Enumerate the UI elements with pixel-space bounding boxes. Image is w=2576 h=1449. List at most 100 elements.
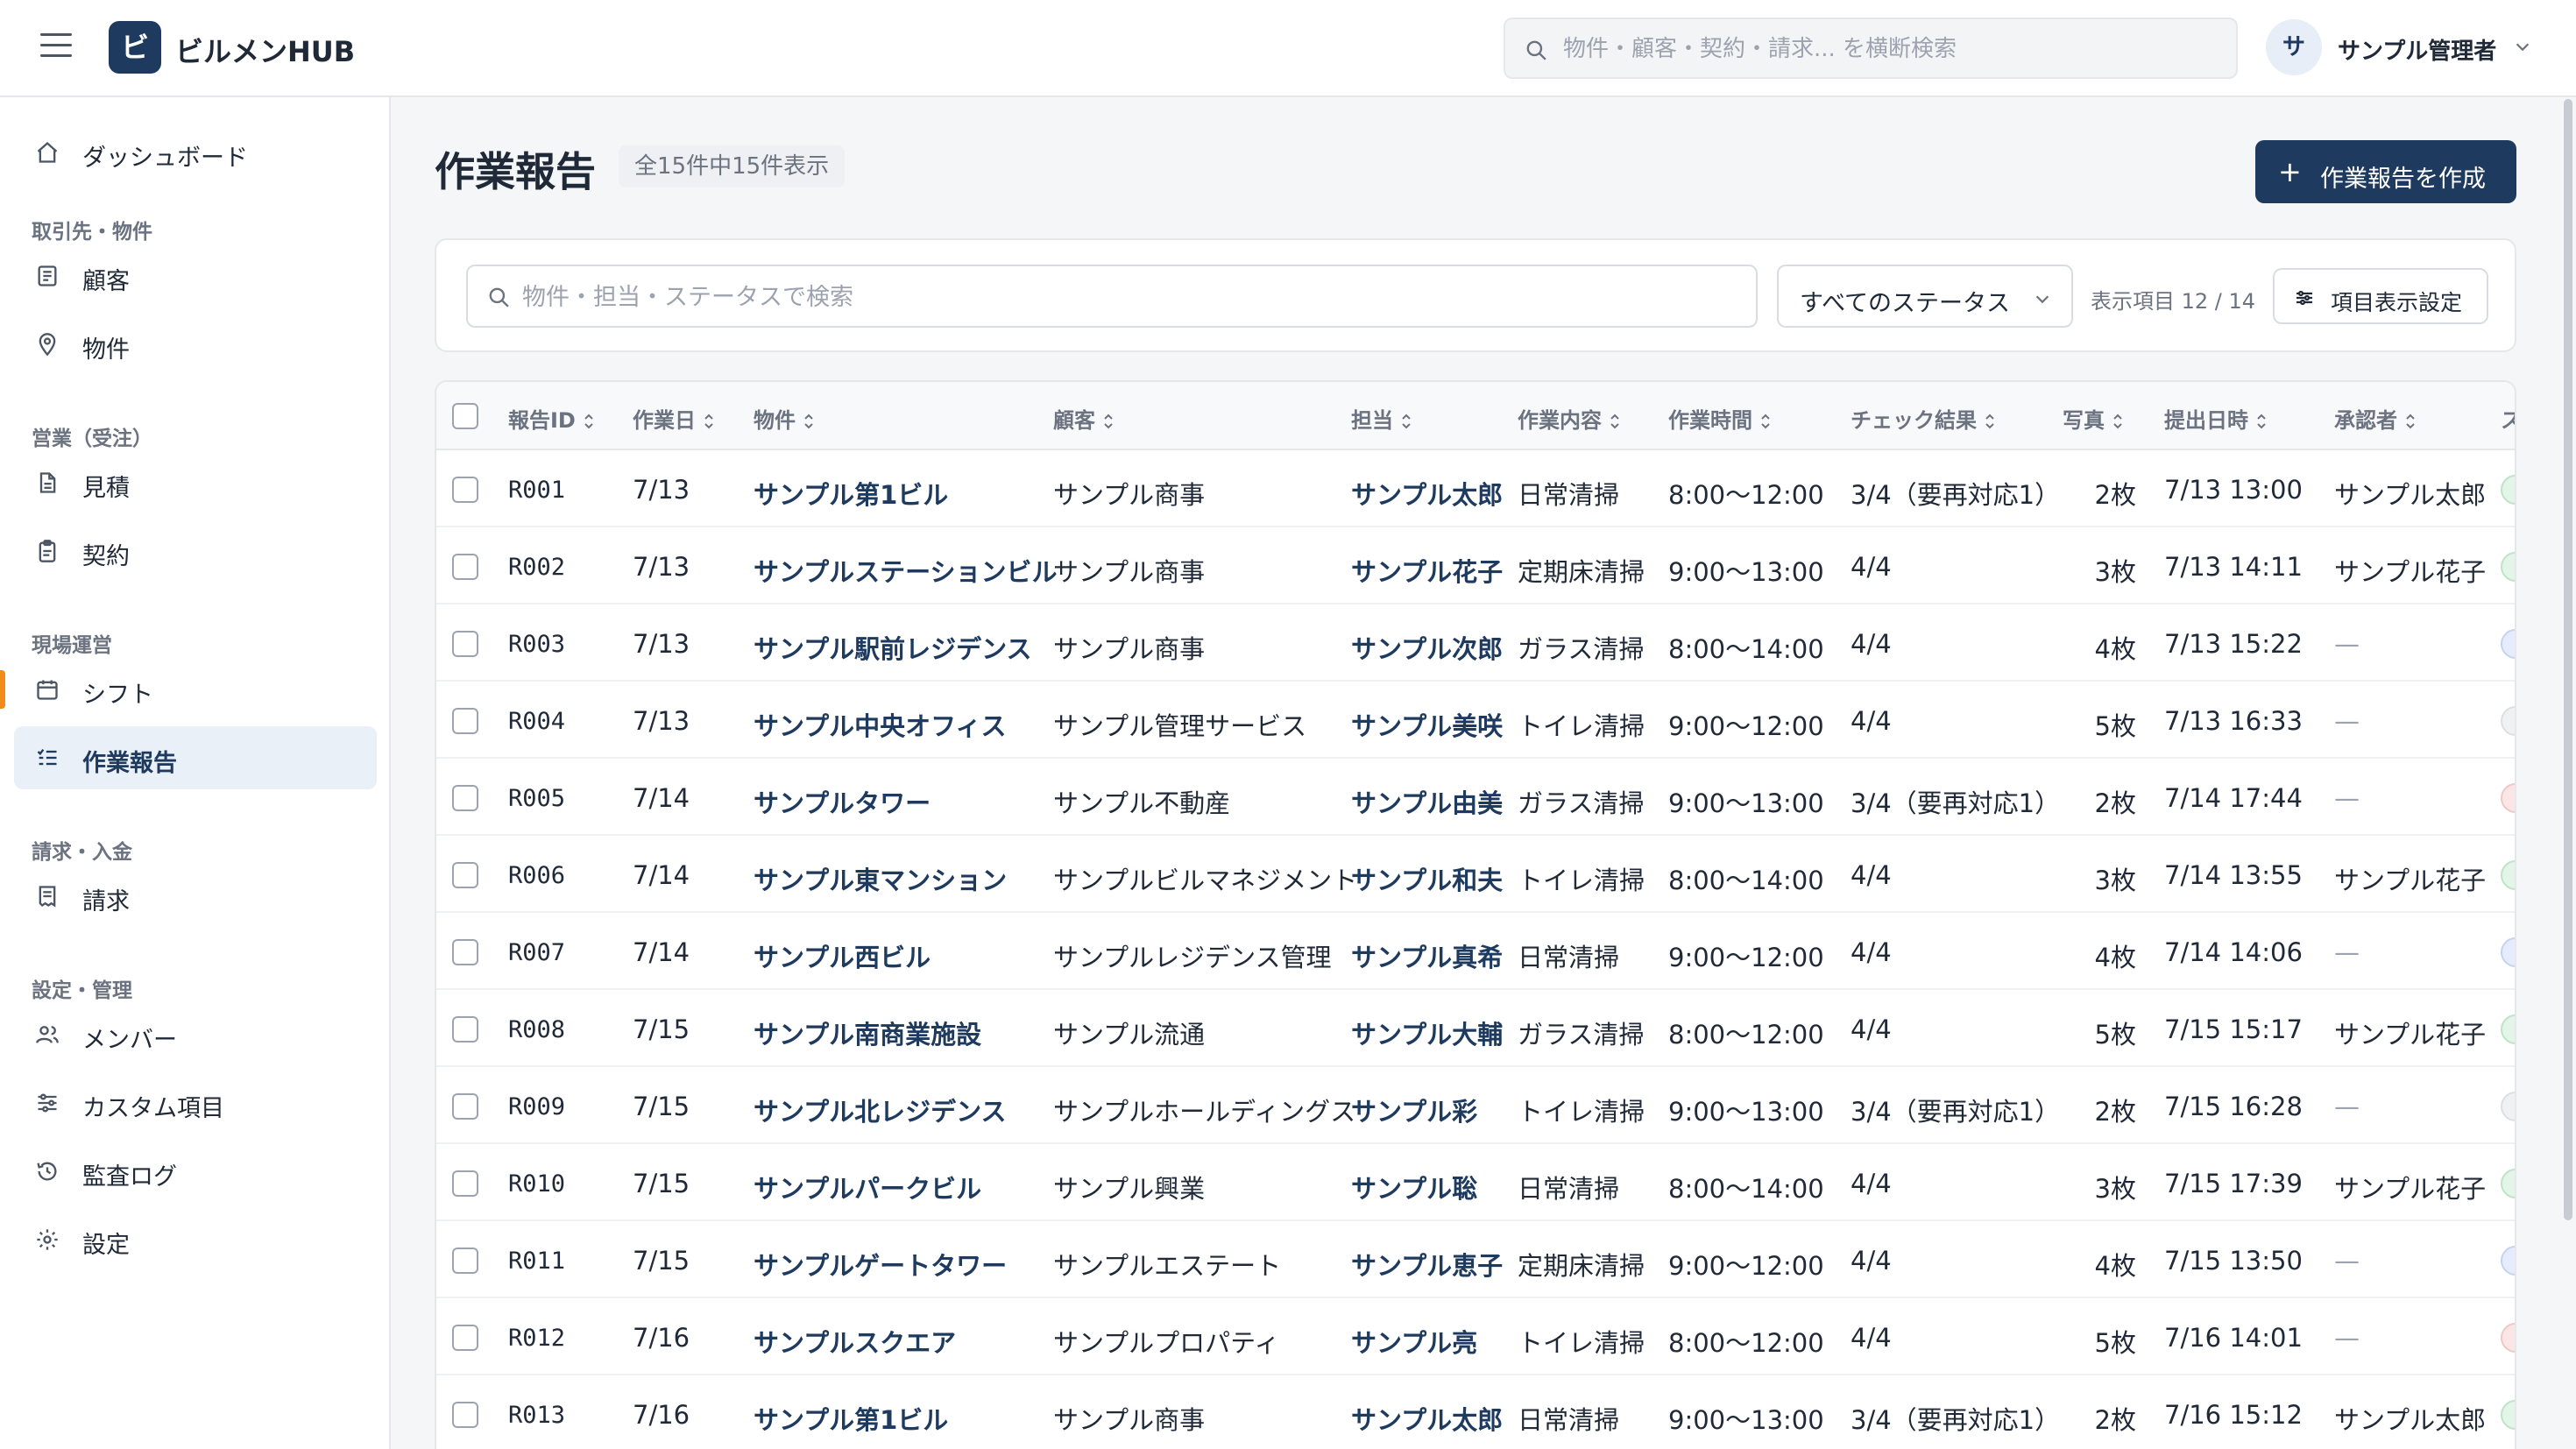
cell-staff-link[interactable]: サンプル由美 [1351,783,1503,820]
column-header-approver[interactable]: 承認者 [2334,403,2417,434]
cell-staff-link[interactable]: サンプル美咲 [1351,706,1503,743]
cell-staff-link[interactable]: サンプル彩 [1351,1092,1477,1128]
select-all-checkbox[interactable] [452,403,478,429]
table-row[interactable]: R010 7/15 サンプルパークビル サンプル興業 サンプル聡 日常清掃 8:00〜14:… [436,1144,2515,1221]
row-checkbox[interactable] [452,1402,478,1428]
column-settings-button[interactable]: 項目表示設定 [2273,268,2488,324]
cell-staff-link[interactable]: サンプル大輔 [1351,1014,1503,1051]
column-header-status[interactable]: ス [2501,403,2515,434]
cell-staff-link[interactable]: サンプル太郎 [1351,1400,1503,1437]
sort-icon [804,413,813,429]
row-checkbox[interactable] [452,477,478,503]
column-header-property[interactable]: 物件 [754,403,815,434]
sidebar-section-sales: 営業（受注） [32,428,152,450]
cell-staff-link[interactable]: サンプル真希 [1351,937,1503,974]
cell-property-link[interactable]: サンプル南商業施設 [754,1014,981,1051]
app-name[interactable]: ビルメンHUB [175,30,355,70]
table-row[interactable]: R007 7/14 サンプル西ビル サンプルレジデンス管理 サンプル真希 日常清掃 9:00… [436,913,2515,990]
avatar[interactable]: サ [2266,19,2322,75]
sidebar-item-contracts[interactable]: 契約 [14,520,377,583]
cell-property-link[interactable]: サンプル第1ビル [754,1400,948,1437]
column-header-time[interactable]: 作業時間 [1668,403,1772,434]
cell-staff-link[interactable]: サンプル次郎 [1351,629,1503,666]
user-name[interactable]: サンプル管理者 [2338,33,2496,66]
cell-staff-link[interactable]: サンプル太郎 [1351,475,1503,512]
sidebar-item-invoices[interactable]: 請求 [14,865,377,928]
cell-property-link[interactable]: サンプルパークビル [754,1169,981,1205]
cell-property-link[interactable]: サンプルタワー [754,783,931,820]
global-search-input[interactable] [1563,28,2212,70]
report-search[interactable] [466,265,1758,328]
menu-icon[interactable] [40,33,72,60]
cell-property-link[interactable]: サンプル西ビル [754,937,931,974]
cell-approver: — [2334,1246,2360,1276]
table-row[interactable]: R004 7/13 サンプル中央オフィス サンプル管理サービス サンプル美咲 トイレ清掃 9… [436,682,2515,759]
row-checkbox[interactable] [452,631,478,657]
global-search[interactable] [1504,18,2238,79]
row-checkbox[interactable] [452,1325,478,1351]
sidebar-item-shifts[interactable]: シフト [14,658,377,721]
column-header-customer[interactable]: 顧客 [1053,403,1115,434]
table-row[interactable]: R012 7/16 サンプルスクエア サンプルプロパティ サンプル亮 トイレ清掃 8:00〜… [436,1298,2515,1375]
cell-staff-link[interactable]: サンプル和夫 [1351,860,1503,897]
column-header-photos[interactable]: 写真 [2063,403,2124,434]
sidebar-item-estimates[interactable]: 見積 [14,451,377,514]
row-checkbox[interactable] [452,554,478,580]
table-row[interactable]: R006 7/14 サンプル東マンション サンプルビルマネジメント サンプル和夫 トイレ清… [436,836,2515,913]
cell-property-link[interactable]: サンプル中央オフィス [754,706,1007,743]
status-filter-select[interactable]: すべてのステータス [1777,265,2073,328]
cell-check-result: 4/4 [1851,1323,1892,1353]
app-logo[interactable]: ビ [109,21,161,74]
table-row[interactable]: R011 7/15 サンプルゲートタワー サンプルエステート サンプル恵子 定期床清掃 9:… [436,1221,2515,1298]
cell-property-link[interactable]: サンプルステーションビル [754,552,1058,589]
create-report-button[interactable]: + 作業報告を作成 [2255,140,2516,203]
cell-property-link[interactable]: サンプル東マンション [754,860,1007,897]
table-row[interactable]: R013 7/16 サンプル第1ビル サンプル商事 サンプル太郎 日常清掃 9:00〜13:… [436,1375,2515,1449]
cell-property-link[interactable]: サンプルスクエア [754,1323,956,1360]
sidebar-item-dashboard[interactable]: ダッシュボード [14,121,377,184]
row-checkbox[interactable] [452,1016,478,1043]
row-checkbox[interactable] [452,862,478,888]
sidebar-item-customers[interactable]: 顧客 [14,244,377,307]
row-checkbox[interactable] [452,1093,478,1120]
sidebar-item-settings[interactable]: 設定 [14,1208,377,1271]
scrollbar[interactable] [2560,97,2576,1449]
sidebar-item-custom-fields[interactable]: カスタム項目 [14,1071,377,1134]
column-header-id[interactable]: 報告ID [508,403,595,434]
cell-time: 8:00〜14:00 [1668,634,1824,664]
row-checkbox[interactable] [452,1248,478,1274]
sidebar-item-audit-log[interactable]: 監査ログ [14,1140,377,1203]
cell-staff-link[interactable]: サンプル亮 [1351,1323,1477,1360]
column-header-check[interactable]: チェック結果 [1851,403,1996,434]
cell-property-link[interactable]: サンプル第1ビル [754,475,948,512]
column-header-date[interactable]: 作業日 [633,403,715,434]
cell-property-link[interactable]: サンプル北レジデンス [754,1092,1007,1128]
chevron-down-icon[interactable] [2513,37,2532,56]
table-row[interactable]: R001 7/13 サンプル第1ビル サンプル商事 サンプル太郎 日常清掃 8:00〜12:… [436,450,2515,527]
row-checkbox[interactable] [452,785,478,811]
table-row[interactable]: R008 7/15 サンプル南商業施設 サンプル流通 サンプル大輔 ガラス清掃 8:00〜1… [436,990,2515,1067]
cell-property-link[interactable]: サンプルゲートタワー [754,1246,1007,1283]
row-checkbox[interactable] [452,708,478,734]
cell-staff-link[interactable]: サンプル聡 [1351,1169,1477,1205]
row-checkbox[interactable] [452,1170,478,1197]
scrollbar-thumb[interactable] [2564,99,2572,1220]
result-count-badge: 全15件中15件表示 [619,145,846,187]
table-row[interactable]: R009 7/15 サンプル北レジデンス サンプルホールディングス サンプル彩 トイレ清掃… [436,1067,2515,1144]
table-row[interactable]: R003 7/13 サンプル駅前レジデンス サンプル商事 サンプル次郎 ガラス清掃 8:00… [436,604,2515,682]
table-row[interactable]: R002 7/13 サンプルステーションビル サンプル商事 サンプル花子 定期床清掃 9:0… [436,527,2515,604]
sidebar-item-members[interactable]: メンバー [14,1003,377,1066]
cell-staff-link[interactable]: サンプル花子 [1351,552,1503,589]
report-search-input[interactable] [522,277,1731,317]
row-checkbox[interactable] [452,939,478,965]
column-header-staff[interactable]: 担当 [1351,403,1412,434]
column-header-submitted[interactable]: 提出日時 [2164,403,2268,434]
cell-customer: サンプルエステート [1053,1251,1282,1281]
cell-staff-link[interactable]: サンプル恵子 [1351,1246,1503,1283]
column-header-task[interactable]: 作業内容 [1518,403,1621,434]
cell-property-link[interactable]: サンプル駅前レジデンス [754,629,1032,666]
sidebar-item-properties[interactable]: 物件 [14,313,377,376]
table-row[interactable]: R005 7/14 サンプルタワー サンプル不動産 サンプル由美 ガラス清掃 9:00〜13… [436,759,2515,836]
sidebar-item-reports[interactable]: 作業報告 [14,726,377,789]
cell-task: ガラス清掃 [1518,1020,1645,1050]
